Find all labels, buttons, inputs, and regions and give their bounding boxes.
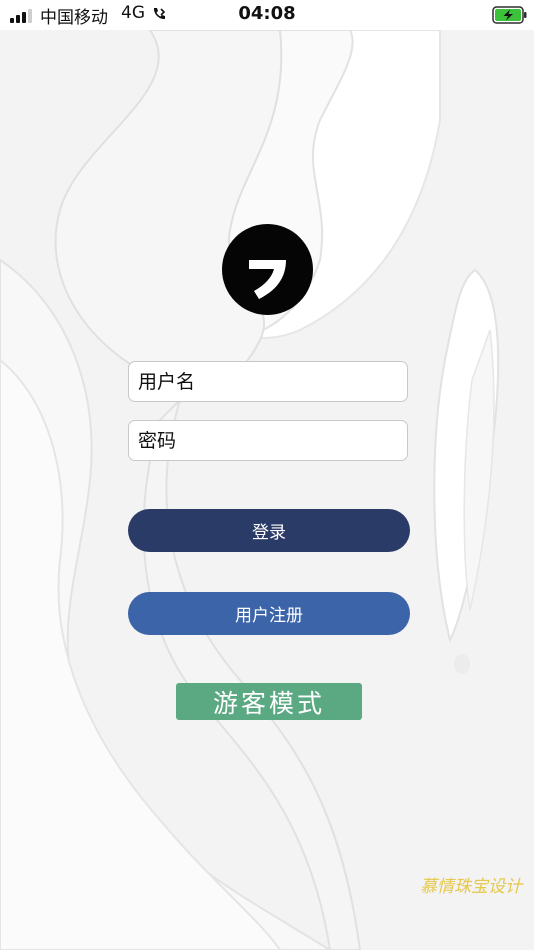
clock: 04:08 xyxy=(238,3,296,24)
guest-mode-button[interactable]: 游客模式 xyxy=(176,683,362,720)
password-field[interactable] xyxy=(128,420,408,461)
password-input[interactable] xyxy=(129,421,407,460)
status-bar: 中国移动 4G 04:08 xyxy=(0,0,534,30)
username-input[interactable] xyxy=(129,362,407,401)
username-field[interactable] xyxy=(128,361,408,402)
app-logo-icon xyxy=(222,224,313,315)
register-button[interactable]: 用户注册 xyxy=(128,592,410,635)
battery-charging-icon xyxy=(492,6,527,24)
watermark-text: 慕情珠宝设计 xyxy=(420,877,522,897)
topographic-background xyxy=(0,0,534,950)
login-button[interactable]: 登录 xyxy=(128,509,410,552)
